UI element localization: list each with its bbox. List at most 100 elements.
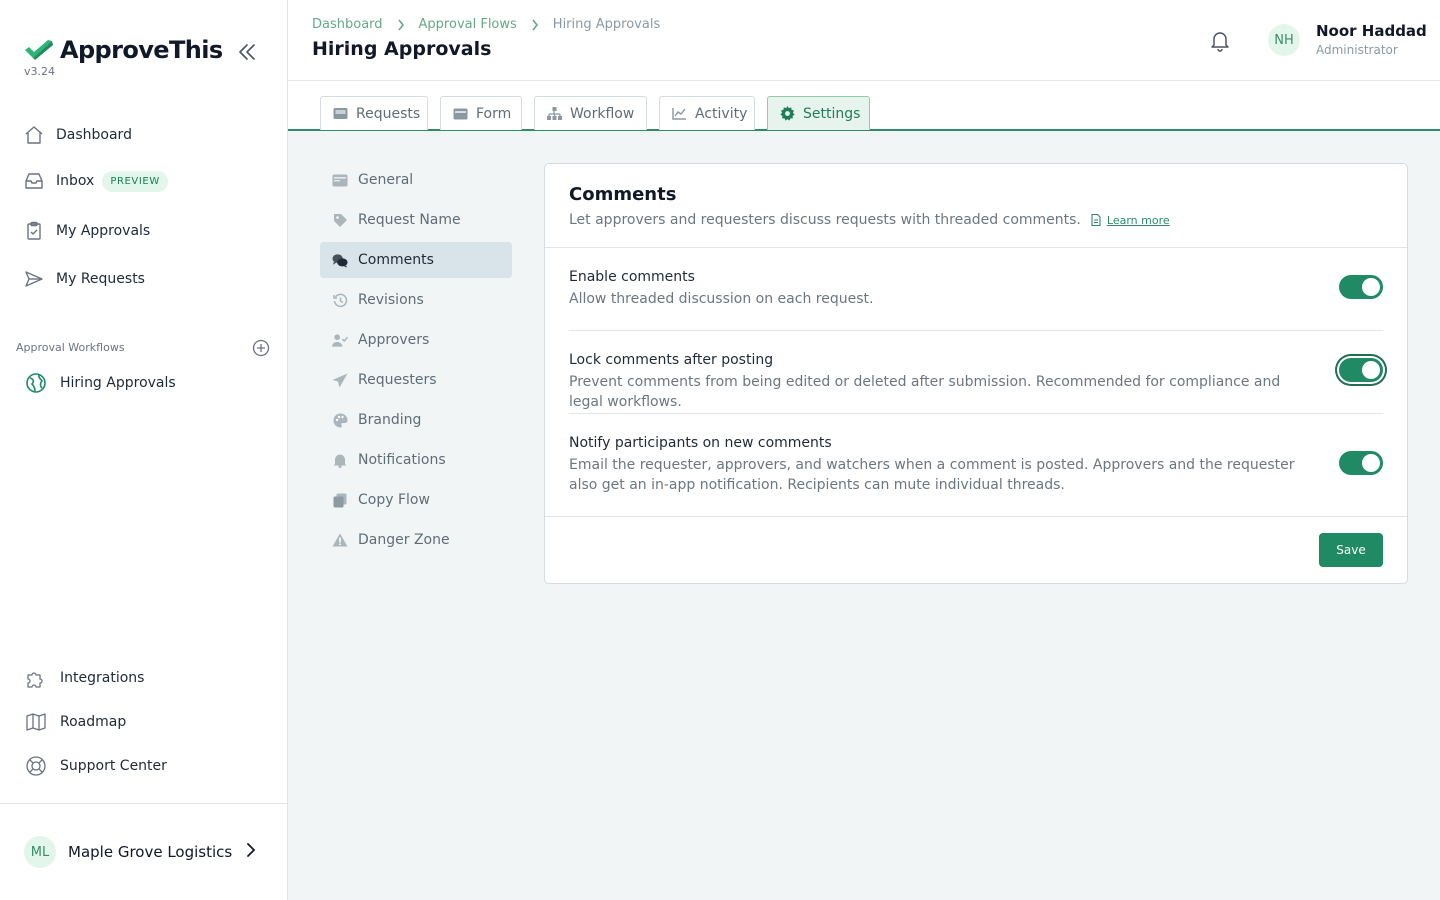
sidebar: ApproveThis v3.24 Dashboard Inbox PREVIE…: [0, 0, 288, 900]
comments-settings-card: Comments Let approvers and requesters di…: [544, 163, 1408, 584]
settings-nav-label: Requesters: [358, 372, 437, 388]
comments-icon: [332, 252, 348, 268]
workflow-item-hiring-approvals[interactable]: Hiring Approvals: [24, 371, 176, 395]
nav-label: My Requests: [56, 271, 145, 287]
divider: [0, 803, 287, 804]
divider: [545, 516, 1407, 517]
settings-nav-approvers[interactable]: Approvers: [320, 322, 512, 358]
section-label-workflows: Approval Workflows: [16, 341, 125, 354]
settings-nav-label: General: [358, 172, 414, 188]
settings-nav-revisions[interactable]: Revisions: [320, 282, 512, 318]
divider: [569, 330, 1383, 331]
map-icon: [24, 712, 48, 732]
lock-comments-toggle[interactable]: [1339, 358, 1383, 382]
page-title: Hiring Approvals: [312, 38, 492, 60]
copy-icon: [332, 492, 348, 508]
settings-nav-branding[interactable]: Branding: [320, 402, 512, 438]
card-description: Let approvers and requesters discuss req…: [569, 212, 1170, 228]
app-name: ApproveThis: [60, 36, 223, 64]
toggle-knob: [1362, 278, 1380, 296]
notify-participants-toggle[interactable]: [1339, 451, 1383, 475]
toggle-knob: [1362, 454, 1380, 472]
settings-nav-label: Revisions: [358, 292, 424, 308]
nav-my-approvals[interactable]: My Approvals: [24, 219, 150, 243]
nav-label: Integrations: [60, 670, 145, 686]
collapse-sidebar-icon[interactable]: [236, 41, 258, 63]
breadcrumb-current: Hiring Approvals: [552, 17, 661, 32]
tab-workflow[interactable]: Workflow: [534, 96, 647, 130]
form-icon: [453, 108, 468, 120]
settings-nav-comments[interactable]: Comments: [320, 242, 512, 278]
settings-nav-label: Branding: [358, 412, 422, 428]
preview-badge: PREVIEW: [102, 170, 168, 192]
user-check-icon: [332, 332, 348, 348]
tag-icon: [332, 212, 348, 228]
brand-logo[interactable]: ApproveThis: [24, 36, 223, 64]
clipboard-check-icon: [24, 221, 44, 241]
settings-nav-requesters[interactable]: Requesters: [320, 362, 512, 398]
settings-nav-copy-flow[interactable]: Copy Flow: [320, 482, 512, 518]
chevron-right-icon: [246, 842, 256, 862]
tab-label: Settings: [803, 105, 861, 122]
paper-plane-icon: [332, 372, 348, 388]
divider: [569, 413, 1383, 414]
organization-switcher[interactable]: ML Maple Grove Logistics: [24, 836, 256, 868]
warning-icon: [332, 532, 348, 548]
inbox-tray-icon: [333, 107, 348, 120]
tab-activity[interactable]: Activity: [659, 96, 755, 130]
toggle-knob: [1362, 361, 1380, 379]
line-chart-icon: [672, 107, 687, 120]
tab-requests[interactable]: Requests: [320, 96, 428, 130]
save-button[interactable]: Save: [1319, 533, 1383, 567]
inbox-icon: [24, 171, 44, 191]
setting-notify-participants-description: Email the requester, approvers, and watc…: [569, 457, 1295, 493]
tab-form[interactable]: Form: [440, 96, 522, 130]
home-icon: [24, 125, 44, 145]
nav-label: My Approvals: [56, 223, 151, 239]
setting-enable-comments-description: Allow threaded discussion on each reques…: [569, 291, 874, 307]
bell-icon[interactable]: [1210, 30, 1230, 52]
nav-roadmap[interactable]: Roadmap: [24, 710, 126, 734]
nav-inbox[interactable]: Inbox PREVIEW: [24, 169, 168, 193]
breadcrumb-dashboard[interactable]: Dashboard: [312, 17, 383, 32]
settings-nav-general[interactable]: General: [320, 162, 512, 198]
chevron-right-icon: [397, 19, 405, 31]
setting-lock-comments-description: Prevent comments from being edited or de…: [569, 374, 1281, 410]
bell-icon: [332, 452, 348, 468]
nav-my-requests[interactable]: My Requests: [24, 267, 145, 291]
app-version: v3.24: [24, 65, 56, 78]
nav-dashboard[interactable]: Dashboard: [24, 123, 132, 147]
id-card-icon: [332, 172, 348, 188]
settings-nav-request-name[interactable]: Request Name: [320, 202, 512, 238]
nav-label: Inbox: [56, 173, 95, 189]
document-icon: [1091, 214, 1101, 226]
hierarchy-icon: [547, 107, 562, 120]
settings-nav-label: Comments: [358, 252, 434, 268]
nav-support-center[interactable]: Support Center: [24, 754, 167, 778]
settings-nav-danger-zone[interactable]: Danger Zone: [320, 522, 512, 558]
avatar[interactable]: NH: [1268, 24, 1300, 56]
tab-settings[interactable]: Settings: [767, 96, 870, 130]
card-title: Comments: [569, 184, 677, 205]
lifebuoy-icon: [24, 756, 48, 776]
card-description-text: Let approvers and requesters discuss req…: [569, 212, 1081, 228]
page-header: Dashboard Approval Flows Hiring Approval…: [288, 0, 1440, 81]
tab-label: Activity: [695, 105, 748, 122]
workflow-label: Hiring Approvals: [60, 375, 176, 391]
tab-label: Requests: [356, 105, 421, 122]
tab-bar: Requests Form Workflow Activity Settings: [288, 81, 1440, 131]
settings-nav-notifications[interactable]: Notifications: [320, 442, 512, 478]
globe-icon: [24, 371, 48, 395]
enable-comments-toggle[interactable]: [1339, 275, 1383, 299]
settings-nav-label: Request Name: [358, 212, 461, 228]
user-role: Administrator: [1316, 43, 1398, 57]
tab-label: Form: [476, 105, 512, 122]
setting-lock-comments-title: Lock comments after posting: [569, 352, 774, 368]
send-icon: [24, 269, 44, 289]
nav-integrations[interactable]: Integrations: [24, 666, 144, 690]
settings-nav-label: Approvers: [358, 332, 430, 348]
breadcrumb-approval-flows[interactable]: Approval Flows: [419, 17, 517, 32]
learn-more-link[interactable]: Learn more: [1091, 214, 1170, 227]
add-workflow-icon[interactable]: [252, 339, 270, 357]
org-name: Maple Grove Logistics: [68, 843, 233, 861]
